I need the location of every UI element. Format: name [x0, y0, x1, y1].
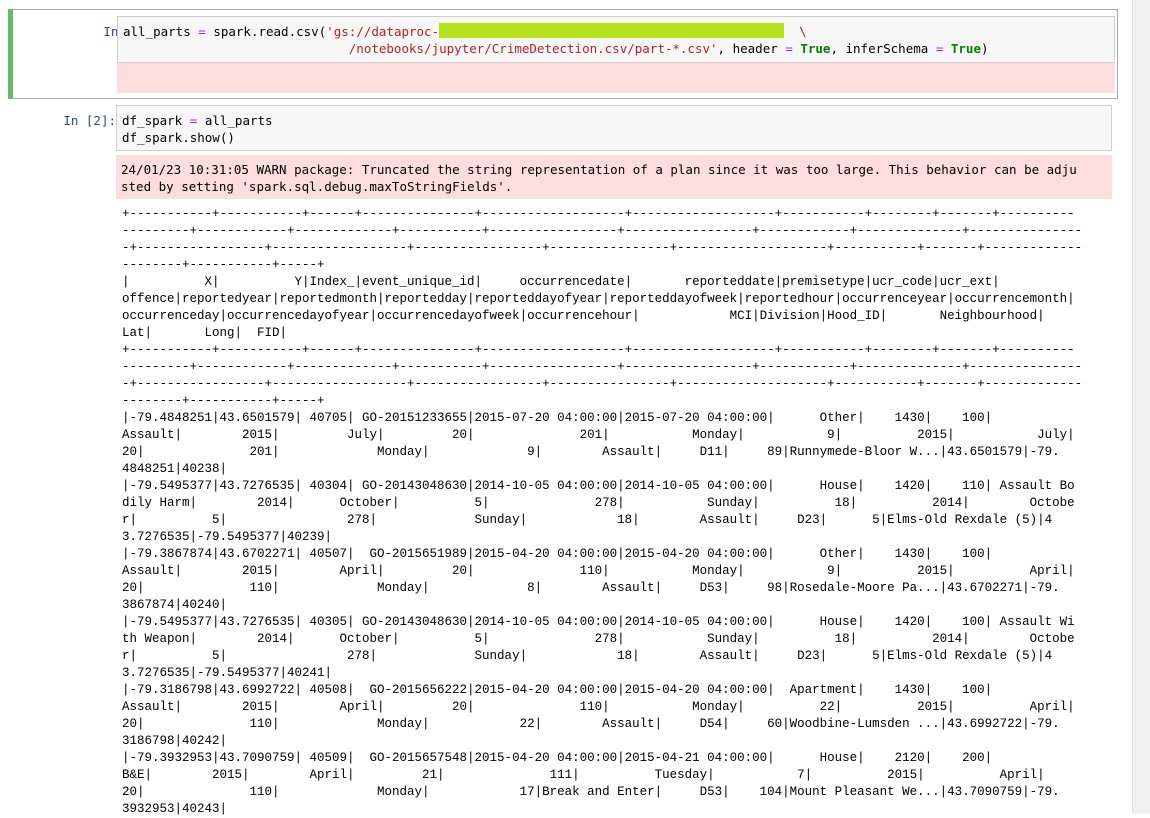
code-line-continuation: \ — [799, 24, 807, 39]
code-var: all_parts — [123, 24, 191, 39]
code-arg-header: , header — [717, 41, 786, 56]
code-arg-inferschema: , inferSchema — [830, 41, 936, 56]
code-call: spark.read.csv( — [213, 24, 327, 39]
cell-1-code-editor[interactable]: all_parts = spark.read.csv('gs://datapro… — [117, 16, 1115, 63]
code-operator: = — [198, 24, 206, 39]
code-keyword-true: True — [800, 41, 831, 56]
code-show-call: df_spark.show() — [122, 130, 235, 145]
notebook-container: In [1]: all_parts = spark.read.csv('gs:/… — [0, 0, 1133, 816]
code-operator: = — [935, 41, 944, 56]
code-keyword-true: True — [950, 41, 981, 56]
cell-2-code-editor[interactable]: df_spark = all_parts df_spark.show() — [116, 105, 1112, 151]
code-value: all_parts — [204, 113, 273, 128]
code-close-paren: ) — [980, 41, 989, 56]
cell-2-output-stdout-table: +-----------+-----------+------+--------… — [122, 207, 1083, 816]
page-scrollbar[interactable] — [1132, 0, 1150, 814]
code-cell-2[interactable]: In [2]: df_spark = all_parts df_spark.sh… — [8, 103, 1118, 816]
code-cell-1[interactable]: In [1]: all_parts = spark.read.csv('gs:/… — [8, 9, 1118, 99]
code-string-bucket: 'gs://dataproc- — [326, 24, 440, 39]
cell-2-prompt: In [2]: — [63, 113, 116, 128]
redaction-bar — [439, 23, 785, 38]
code-operator: = — [785, 41, 793, 56]
code-var: df_spark — [122, 113, 183, 128]
cell-1-output-stderr — [117, 63, 1115, 93]
cell-2-output-stderr: 24/01/23 10:31:05 WARN package: Truncate… — [116, 155, 1112, 199]
code-string-path: /notebooks/jupyter/CrimeDetection.csv/pa… — [348, 41, 718, 56]
code-operator: = — [189, 113, 198, 128]
